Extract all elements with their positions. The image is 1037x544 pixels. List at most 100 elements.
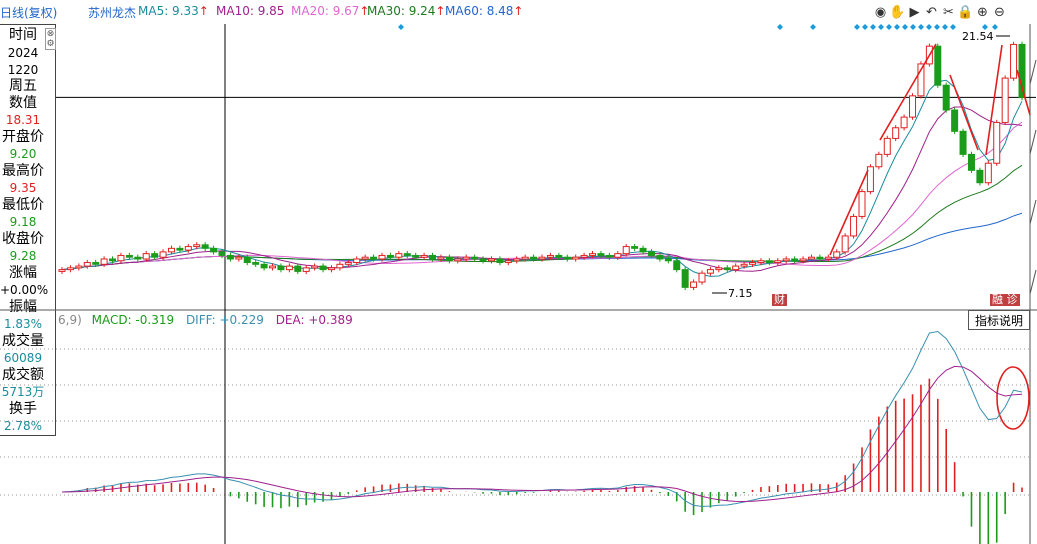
candle-body <box>218 251 226 256</box>
indicator-help-button[interactable]: 指标说明 <box>968 310 1030 330</box>
candle-body <box>841 235 849 253</box>
signal-diamond-icon <box>902 24 908 30</box>
candle-body <box>58 269 66 272</box>
axis-tick <box>1029 129 1037 155</box>
candle-body <box>285 265 293 271</box>
candle-body <box>782 258 790 262</box>
candle-body <box>336 263 344 269</box>
signal-diamond-icon <box>862 24 868 30</box>
candle-body <box>176 247 184 251</box>
signal-diamond-icon <box>910 24 916 30</box>
candle-body <box>504 260 512 264</box>
candle-body <box>378 254 386 260</box>
candle-body <box>765 260 773 264</box>
dea-value: DEA: +0.389 <box>275 313 353 327</box>
candle-body <box>605 254 613 258</box>
candle-body <box>437 256 445 260</box>
candle-body <box>412 254 420 258</box>
candle-body <box>976 169 984 184</box>
candle-body <box>252 262 260 265</box>
candle-body <box>530 256 538 260</box>
candle-body <box>319 265 327 271</box>
candle-body <box>740 263 748 267</box>
candle-body <box>664 258 672 262</box>
finance-badge[interactable]: 财 <box>772 294 787 306</box>
candle-body <box>900 116 908 129</box>
candle-body <box>984 162 992 184</box>
candle-body <box>698 272 706 283</box>
candle-body <box>454 258 462 262</box>
candle-body <box>66 267 74 271</box>
candle-body <box>622 246 630 255</box>
candle-body <box>824 256 832 260</box>
candle-body <box>420 254 428 258</box>
diagnosis-badge[interactable]: 融 诊 <box>990 294 1020 306</box>
macd-legend: 6,9) MACD: -0.319 DIFF: +0.229 DEA: +0.3… <box>58 313 353 327</box>
candle-body <box>563 256 571 260</box>
candle-body <box>597 253 605 256</box>
low-price-annotation: 7.15 <box>728 287 753 300</box>
candle-body <box>125 254 133 258</box>
candle-body <box>959 130 967 155</box>
signal-diamond-icon <box>942 24 948 30</box>
high-price-annotation: 21.54 <box>962 30 994 43</box>
candle-body <box>513 258 521 262</box>
candle-body <box>572 256 580 260</box>
diff-line <box>61 330 1023 507</box>
dea-line <box>61 365 1023 502</box>
candle-body <box>361 256 369 260</box>
candle-body <box>226 254 234 260</box>
candle-body <box>546 254 554 258</box>
candle-body <box>277 265 285 271</box>
candle-body <box>142 253 150 260</box>
signal-diamond-icon <box>398 24 404 30</box>
candle-body <box>934 45 942 86</box>
signal-diamond-icon <box>886 24 892 30</box>
diff-value: DIFF: +0.229 <box>185 313 264 327</box>
candle-body <box>344 262 352 265</box>
candle-body <box>875 153 883 168</box>
candle-body <box>302 267 310 272</box>
candle-body <box>833 251 841 258</box>
candle-body <box>167 247 175 253</box>
candle-body <box>100 258 108 265</box>
candle-body <box>732 265 740 271</box>
candle-body <box>471 256 479 260</box>
signal-diamond-icon <box>934 24 940 30</box>
candle-body <box>294 265 302 272</box>
candle-body <box>993 121 1001 164</box>
candle-body <box>327 267 335 271</box>
annotation-arrow <box>879 43 937 141</box>
candle-body <box>631 246 639 249</box>
candle-body <box>496 258 504 264</box>
candle-body <box>799 258 807 262</box>
kline-chart[interactable] <box>0 0 1037 544</box>
candle-body <box>858 191 866 217</box>
candle-body <box>774 260 782 264</box>
candle-body <box>462 256 470 260</box>
candle-body <box>201 244 209 249</box>
candle-body <box>83 262 91 267</box>
candle-body <box>151 253 159 258</box>
signal-diamond-icon <box>918 24 924 30</box>
signal-diamond-icon <box>870 24 876 30</box>
candle-body <box>92 262 100 265</box>
candle-body <box>260 263 268 269</box>
signal-diamond-icon <box>878 24 884 30</box>
candle-body <box>75 265 83 269</box>
candle-body <box>816 256 824 260</box>
signal-diamond-icon <box>777 24 783 30</box>
candle-body <box>1010 43 1018 79</box>
candle-body <box>353 258 361 264</box>
candle-body <box>235 256 243 260</box>
candle-body <box>210 247 218 253</box>
signal-diamond-icon <box>894 24 900 30</box>
candle-body <box>942 84 950 111</box>
candle-body <box>951 109 959 132</box>
candle-body <box>429 254 437 260</box>
candle-body <box>614 253 622 258</box>
candle-body <box>109 258 117 262</box>
candle-body <box>1001 77 1009 123</box>
candle-body <box>117 254 125 262</box>
signal-diamond-icon <box>926 24 932 30</box>
